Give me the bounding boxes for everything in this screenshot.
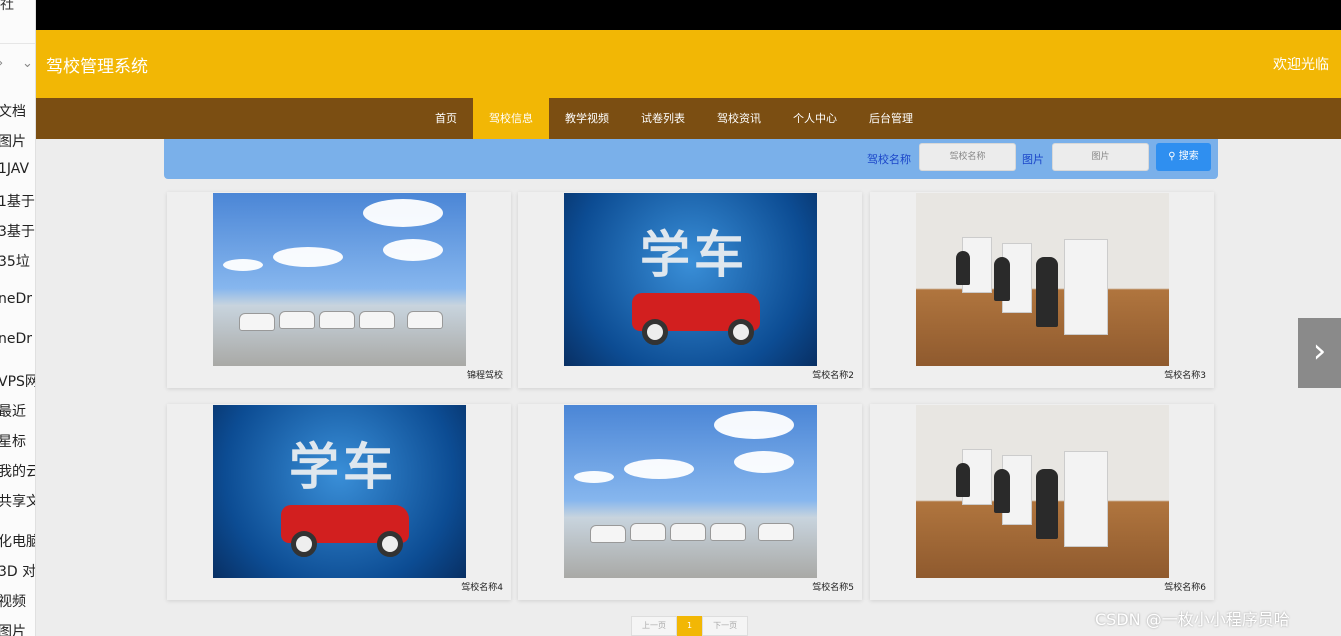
next-arrow-button[interactable]: › bbox=[1298, 318, 1341, 388]
explorer-item[interactable]: 视频 bbox=[0, 591, 26, 611]
school-image[interactable]: 学车 bbox=[564, 193, 817, 366]
nav-profile[interactable]: 个人中心 bbox=[777, 98, 853, 139]
explorer-nav: › ⌄ bbox=[0, 44, 35, 94]
browser-page: 驾校管理系统 欢迎光临 首页 驾校信息 教学视频 试卷列表 驾校资讯 个人中心 … bbox=[36, 0, 1341, 636]
explorer-item[interactable]: 我的云 bbox=[0, 461, 35, 481]
search-button-label: 搜索 bbox=[1178, 151, 1199, 162]
chevron-right-icon[interactable]: › bbox=[0, 56, 3, 71]
search-bar: 驾校名称 驾校名称 图片 图片 ⚲ 搜索 bbox=[164, 139, 1218, 179]
search-image-label: 图片 bbox=[1022, 153, 1044, 166]
explorer-title-area: 社 bbox=[0, 0, 35, 44]
explorer-item[interactable]: 文档 bbox=[0, 101, 26, 121]
site-header: 驾校管理系统 欢迎光临 bbox=[36, 30, 1341, 98]
explorer-item[interactable]: 共享文 bbox=[0, 491, 35, 511]
school-card[interactable]: 驾校名称3 bbox=[870, 192, 1214, 388]
explorer-item[interactable]: 1基于 bbox=[0, 191, 35, 211]
explorer-title: 社 bbox=[0, 0, 14, 13]
main-nav: 首页 驾校信息 教学视频 试卷列表 驾校资讯 个人中心 后台管理 bbox=[36, 98, 1341, 139]
school-card[interactable]: 锦程驾校 bbox=[167, 192, 511, 388]
explorer-item[interactable]: 图片 bbox=[0, 131, 26, 151]
chevron-right-icon: › bbox=[1312, 331, 1327, 371]
explorer-item[interactable]: neDr bbox=[0, 331, 32, 347]
explorer-item[interactable]: 3基于 bbox=[0, 221, 35, 241]
explorer-item[interactable]: 3D 对 bbox=[0, 561, 35, 581]
school-image[interactable] bbox=[213, 193, 466, 366]
school-image[interactable]: 学车 bbox=[213, 405, 466, 578]
school-image[interactable] bbox=[564, 405, 817, 578]
explorer-item[interactable]: 35垃 bbox=[0, 251, 30, 271]
site-brand[interactable]: 驾校管理系统 bbox=[46, 52, 148, 77]
nav-videos[interactable]: 教学视频 bbox=[549, 98, 625, 139]
school-name[interactable]: 驾校名称3 bbox=[1164, 368, 1206, 381]
search-image-input[interactable]: 图片 bbox=[1052, 143, 1149, 171]
poster-text: 学车 bbox=[640, 226, 748, 284]
school-card[interactable]: 驾校名称6 bbox=[870, 404, 1214, 600]
nav-papers[interactable]: 试卷列表 bbox=[625, 98, 701, 139]
search-button[interactable]: ⚲ 搜索 bbox=[1156, 143, 1211, 171]
school-image[interactable] bbox=[916, 193, 1169, 366]
school-card[interactable]: 驾校名称5 bbox=[518, 404, 862, 600]
search-icon: ⚲ bbox=[1168, 151, 1176, 162]
explorer-item[interactable]: 最近 bbox=[0, 401, 26, 421]
poster-text: 学车 bbox=[289, 438, 397, 496]
explorer-item[interactable]: 化电脑 bbox=[0, 531, 35, 551]
nav-home[interactable]: 首页 bbox=[419, 98, 473, 139]
page-1-button[interactable]: 1 bbox=[677, 616, 703, 636]
pagination: 上一页 1 下一页 bbox=[631, 616, 749, 636]
school-card[interactable]: 学车 驾校名称4 bbox=[167, 404, 511, 600]
explorer-item[interactable]: neDr bbox=[0, 291, 32, 307]
prev-page-button[interactable]: 上一页 bbox=[631, 616, 677, 636]
school-name[interactable]: 驾校名称4 bbox=[461, 580, 503, 593]
next-page-button[interactable]: 下一页 bbox=[702, 616, 749, 636]
explorer-item[interactable]: 1JAV bbox=[0, 161, 29, 177]
explorer-item[interactable]: 图片 bbox=[0, 621, 26, 636]
explorer-item[interactable]: VPS网 bbox=[0, 371, 35, 391]
chevron-down-icon[interactable]: ⌄ bbox=[22, 56, 33, 71]
welcome-text: 欢迎光临 bbox=[1273, 57, 1329, 73]
school-image[interactable] bbox=[916, 405, 1169, 578]
school-card[interactable]: 学车 驾校名称2 bbox=[518, 192, 862, 388]
file-explorer-panel: 社 › ⌄ 文档 图片 1JAV 1基于 3基于 35垃 neDr neDr V… bbox=[0, 0, 36, 636]
school-name[interactable]: 驾校名称6 bbox=[1164, 580, 1206, 593]
school-name[interactable]: 驾校名称2 bbox=[812, 368, 854, 381]
school-name[interactable]: 锦程驾校 bbox=[467, 368, 503, 381]
nav-school-info[interactable]: 驾校信息 bbox=[473, 98, 549, 139]
csdn-watermark: CSDN @一枚小小程序员哈 bbox=[1095, 610, 1290, 629]
school-name[interactable]: 驾校名称5 bbox=[812, 580, 854, 593]
explorer-item[interactable]: 星标 bbox=[0, 431, 26, 451]
search-name-label: 驾校名称 bbox=[867, 153, 911, 166]
nav-news[interactable]: 驾校资讯 bbox=[701, 98, 777, 139]
top-black-bar bbox=[36, 0, 1341, 30]
nav-admin[interactable]: 后台管理 bbox=[853, 98, 929, 139]
search-name-input[interactable]: 驾校名称 bbox=[919, 143, 1016, 171]
